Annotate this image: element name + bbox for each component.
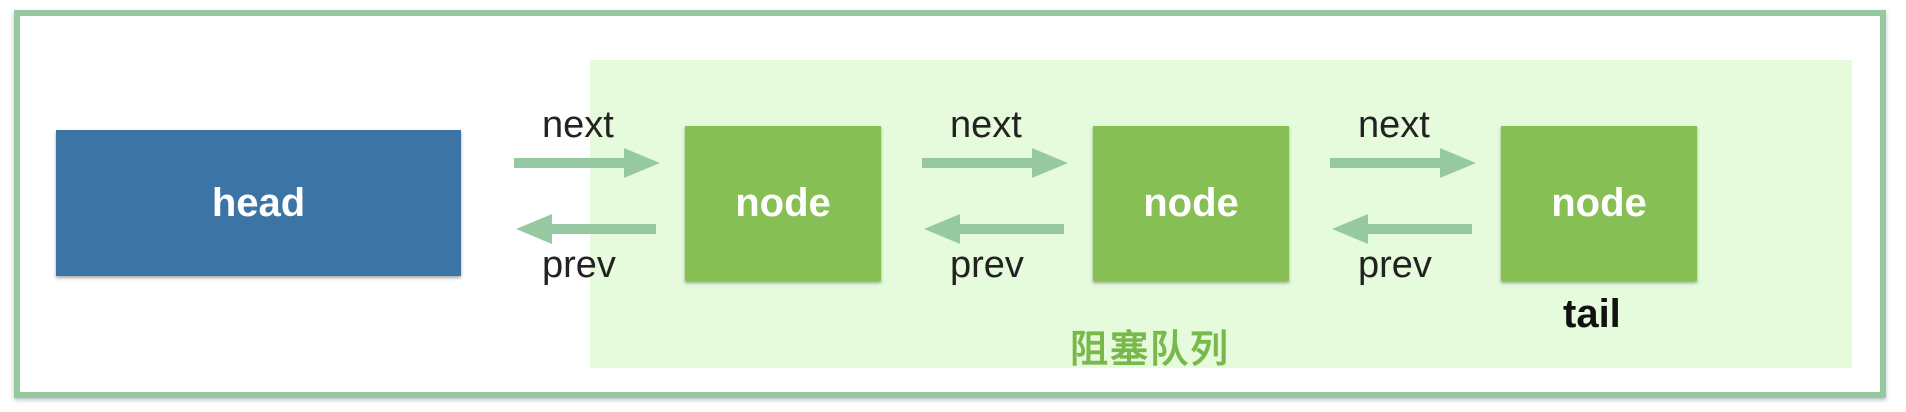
next-arrow-2 [922,148,1068,178]
prev-arrow-1 [516,214,656,244]
prev-arrow-3 [1332,214,1472,244]
prev-arrow-2 [924,214,1064,244]
next-arrow-3 [1330,148,1476,178]
link-arrows [514,148,1476,244]
next-arrow-1 [514,148,660,178]
diagram-canvas: 阻塞队列 head node node node tail next prev … [0,0,1906,412]
